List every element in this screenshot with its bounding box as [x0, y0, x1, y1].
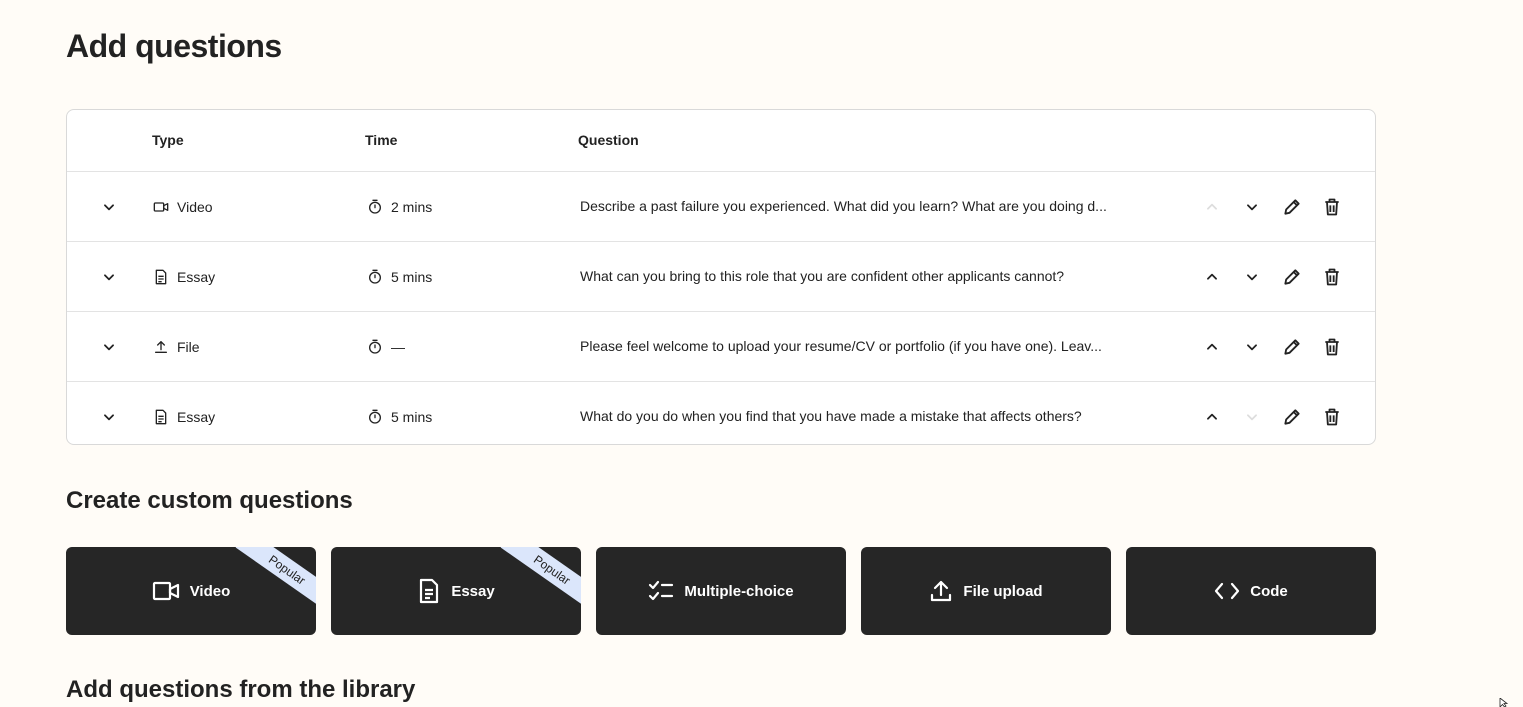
chevron-down-icon: [1247, 343, 1257, 350]
question-type: Essay: [177, 408, 216, 425]
essay-icon: [153, 409, 169, 425]
delete-button[interactable]: [1312, 327, 1352, 367]
table-row: Essay 5 mins What can you bring to this …: [67, 242, 1375, 312]
page-title: Add questions: [66, 28, 282, 64]
delete-button[interactable]: [1312, 187, 1352, 227]
chevron-down-icon: [104, 203, 114, 210]
move-up-button[interactable]: [1192, 257, 1232, 297]
table-row: File — Please feel welcome to upload you…: [67, 312, 1375, 382]
move-up-button[interactable]: [1192, 397, 1232, 437]
timer-icon: [367, 339, 383, 355]
pencil-icon: [1284, 338, 1300, 355]
edit-button[interactable]: [1272, 187, 1312, 227]
checklist-icon: [648, 580, 674, 602]
custom-question-cards: Video Popular Essay Popular Multiple-cho…: [66, 547, 1376, 635]
header-time: Time: [365, 132, 398, 148]
question-time: 2 mins: [391, 198, 433, 215]
move-down-button[interactable]: [1232, 327, 1272, 367]
edit-button[interactable]: [1272, 257, 1312, 297]
expand-row-button[interactable]: [99, 242, 119, 311]
question-text: What do you do when you find that you ha…: [580, 408, 1082, 424]
question-type: Video: [177, 198, 213, 215]
pencil-icon: [1284, 268, 1300, 285]
pencil-icon: [1284, 198, 1300, 215]
question-text: Please feel welcome to upload your resum…: [580, 338, 1102, 354]
chevron-down-icon: [104, 413, 114, 420]
trash-icon: [1325, 338, 1339, 355]
video-icon: [153, 199, 169, 215]
essay-icon: [153, 269, 169, 285]
table-row: Essay 5 mins What do you do when you fin…: [67, 382, 1375, 444]
library-title: Add questions from the library: [66, 676, 416, 703]
mouse-cursor-icon: [1499, 698, 1509, 707]
add-video-question-button[interactable]: Video Popular: [66, 547, 316, 635]
header-question: Question: [578, 132, 639, 148]
add-multiple-choice-question-button[interactable]: Multiple-choice: [596, 547, 846, 635]
expand-row-button[interactable]: [99, 172, 119, 241]
timer-icon: [367, 269, 383, 285]
questions-table: Type Time Question Video 2 mins Describe…: [66, 109, 1376, 445]
question-time: —: [391, 338, 405, 355]
question-text: What can you bring to this role that you…: [580, 268, 1065, 284]
move-down-button[interactable]: [1232, 187, 1272, 227]
chevron-up-icon: [1207, 273, 1217, 280]
trash-icon: [1325, 408, 1339, 425]
trash-icon: [1325, 268, 1339, 285]
question-text: Describe a past failure you experienced.…: [580, 198, 1107, 214]
delete-button[interactable]: [1312, 397, 1352, 437]
expand-row-button[interactable]: [99, 312, 119, 381]
chevron-down-icon: [1247, 413, 1257, 420]
card-label: Multiple-choice: [684, 582, 794, 600]
code-icon: [1214, 581, 1240, 601]
chevron-down-icon: [104, 343, 114, 350]
question-type: Essay: [177, 268, 216, 285]
card-label: Essay: [451, 582, 495, 600]
header-type: Type: [152, 132, 184, 148]
move-up-button[interactable]: [1192, 327, 1232, 367]
chevron-down-icon: [104, 273, 114, 280]
video-icon: [152, 579, 180, 603]
popular-badge: Popular: [500, 547, 581, 611]
delete-button[interactable]: [1312, 257, 1352, 297]
table-header: Type Time Question: [67, 110, 1375, 172]
card-label: Code: [1250, 582, 1288, 600]
move-down-button[interactable]: [1232, 397, 1272, 437]
upload-icon: [153, 339, 169, 355]
edit-button[interactable]: [1272, 397, 1312, 437]
question-time: 5 mins: [391, 268, 433, 285]
add-essay-question-button[interactable]: Essay Popular: [331, 547, 581, 635]
move-up-button[interactable]: [1192, 187, 1232, 227]
question-type: File: [177, 338, 200, 355]
table-row: Video 2 mins Describe a past failure you…: [67, 172, 1375, 242]
timer-icon: [367, 409, 383, 425]
chevron-up-icon: [1207, 413, 1217, 420]
trash-icon: [1325, 198, 1339, 215]
timer-icon: [367, 199, 383, 215]
question-time: 5 mins: [391, 408, 433, 425]
chevron-down-icon: [1247, 273, 1257, 280]
edit-button[interactable]: [1272, 327, 1312, 367]
card-label: Video: [189, 582, 231, 600]
expand-row-button[interactable]: [99, 382, 119, 444]
card-label: File upload: [963, 582, 1043, 600]
popular-badge: Popular: [235, 547, 316, 611]
essay-icon: [417, 578, 441, 604]
chevron-up-icon: [1207, 203, 1217, 210]
pencil-icon: [1284, 408, 1300, 425]
chevron-down-icon: [1247, 203, 1257, 210]
add-file-upload-question-button[interactable]: File upload: [861, 547, 1111, 635]
chevron-up-icon: [1207, 343, 1217, 350]
custom-questions-title: Create custom questions: [66, 487, 353, 514]
move-down-button[interactable]: [1232, 257, 1272, 297]
upload-icon: [929, 579, 953, 603]
add-code-question-button[interactable]: Code: [1126, 547, 1376, 635]
